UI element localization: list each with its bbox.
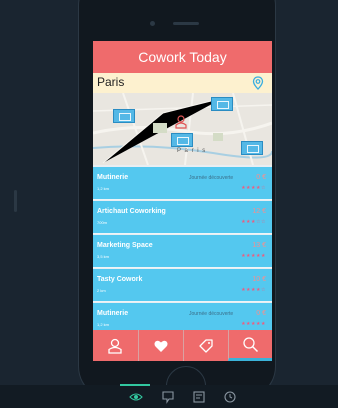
- eye-icon[interactable]: [129, 390, 143, 404]
- active-tool-indicator: [120, 384, 150, 386]
- user-location-icon: [175, 115, 187, 129]
- cowork-map-marker[interactable]: [241, 141, 263, 155]
- tab-bar: [93, 330, 272, 361]
- heart-icon: [154, 340, 167, 352]
- tab-favorites[interactable]: [138, 330, 182, 361]
- cowork-name: Mutinerie: [97, 174, 129, 181]
- rating-stars: ★★★★★: [241, 321, 266, 327]
- speaker-slot: [173, 22, 199, 25]
- cowork-name: Mutinerie: [97, 310, 129, 317]
- notes-icon[interactable]: [192, 390, 206, 404]
- list-item[interactable]: Mutinerie 1,2 km Journée découverte 0 € …: [93, 167, 272, 200]
- cowork-offer: Journée découverte: [189, 175, 234, 181]
- cowork-name: Tasty Cowork: [97, 276, 143, 283]
- cowork-name: Marketing Space: [97, 242, 153, 249]
- comment-icon[interactable]: [161, 390, 175, 404]
- cowork-distance: 2 km: [97, 288, 106, 293]
- map-city-label: P a r i s: [177, 148, 207, 154]
- tab-profile[interactable]: [93, 330, 137, 361]
- cowork-map-marker[interactable]: [113, 109, 135, 123]
- cowork-name: Artichaut Coworking: [97, 208, 166, 215]
- cowork-distance: 1,2 km: [97, 322, 110, 327]
- cowork-list: Mutinerie 1,2 km Journée découverte 0 € …: [93, 167, 272, 336]
- list-item[interactable]: Tasty Cowork 2 km 10 € ★★★★☆: [93, 269, 272, 302]
- search-input[interactable]: Paris: [97, 75, 124, 89]
- volume-button: [14, 190, 17, 212]
- cowork-price: 12 €: [252, 208, 266, 215]
- cowork-distance: 3,5 km: [97, 254, 110, 259]
- rating-stars: ★★★☆☆: [241, 219, 266, 225]
- rating-stars: ★★★★☆: [241, 287, 266, 293]
- search-icon: [243, 336, 259, 352]
- location-pin-icon[interactable]: [251, 76, 265, 90]
- map-view[interactable]: P a r i s: [93, 93, 272, 165]
- cowork-map-marker[interactable]: [211, 97, 233, 111]
- rating-stars: ★★★★★: [241, 253, 266, 259]
- clock-icon[interactable]: [223, 390, 237, 404]
- profile-icon: [108, 338, 122, 354]
- cowork-map-marker[interactable]: [171, 133, 193, 147]
- cowork-offer: Journée découverte: [189, 311, 234, 317]
- camera-dot: [150, 21, 155, 26]
- app-title: Cowork Today: [93, 41, 272, 73]
- cowork-price: 0 €: [256, 310, 266, 317]
- tab-search[interactable]: [228, 330, 272, 361]
- tab-offers[interactable]: [183, 330, 227, 361]
- search-bar[interactable]: Paris: [93, 73, 272, 93]
- cowork-price: 10 €: [252, 276, 266, 283]
- cowork-distance: 1,2 km: [97, 186, 110, 191]
- list-item[interactable]: Artichaut Coworking 700m 12 € ★★★☆☆: [93, 201, 272, 234]
- cowork-price: 0 €: [256, 174, 266, 181]
- app-screen: Cowork Today Paris P a r i s Mutinerie 1…: [93, 41, 272, 361]
- cowork-distance: 700m: [97, 220, 108, 225]
- list-item[interactable]: Marketing Space 3,5 km 13 € ★★★★★: [93, 235, 272, 268]
- cowork-price: 13 €: [252, 242, 266, 249]
- rating-stars: ★★★★☆: [241, 185, 266, 191]
- tag-icon: [198, 338, 213, 353]
